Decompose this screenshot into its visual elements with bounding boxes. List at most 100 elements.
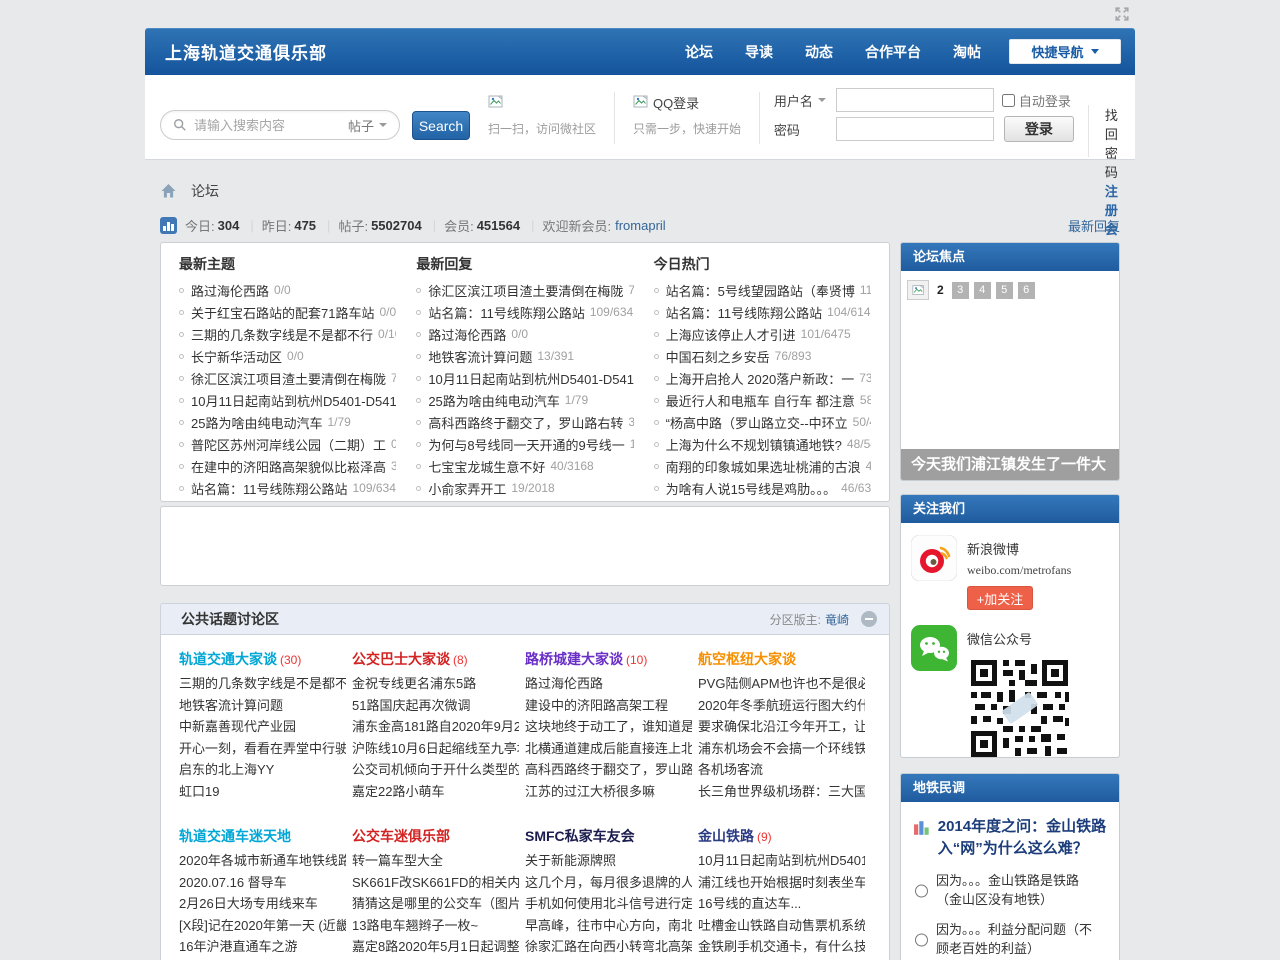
nav-activity[interactable]: 动态 xyxy=(805,42,833,62)
list-item[interactable]: 高科西路终于翻交了，罗山路右转31/2123 xyxy=(416,411,633,433)
forum-thread[interactable]: 沪陈线10月6日起缩线至九亭地 xyxy=(352,738,519,760)
nav-taotie[interactable]: 淘帖 xyxy=(953,42,981,62)
poll-radio[interactable] xyxy=(915,873,928,909)
forum-thread[interactable]: SK661F改SK661FD的相关内容 xyxy=(352,872,519,894)
list-item[interactable]: 站名篇：11号线陈翔公路站109/634 xyxy=(416,301,633,323)
forum-title[interactable]: 金山铁路(9) xyxy=(698,826,865,850)
nav-guide[interactable]: 导读 xyxy=(745,42,773,62)
forum-thread[interactable]: 金铁刷手机交通卡，有什么技 xyxy=(698,936,865,958)
list-item[interactable]: 长宁新华活动区0/0 xyxy=(179,345,396,367)
forum-thread[interactable]: 转一篇车型大全 xyxy=(352,850,519,872)
site-title[interactable]: 上海轨道交通俱乐部 xyxy=(165,39,327,64)
forum-thread[interactable]: 江苏的过江大桥很多嘛 xyxy=(525,781,692,803)
collapse-button[interactable] xyxy=(861,611,877,627)
list-item[interactable]: 站名篇：11号线陈翔公路站104/614 xyxy=(654,301,871,323)
search-type-dropdown[interactable]: 帖子 xyxy=(348,116,387,135)
forum-thread[interactable]: [X段]记在2020年第一天 (近畿 xyxy=(179,915,346,937)
qq-login-link[interactable]: QQ登录 xyxy=(653,93,699,112)
fullscreen-icon[interactable] xyxy=(1113,5,1131,23)
forum-thread[interactable]: 各机场客流 xyxy=(698,759,865,781)
list-item[interactable]: 路过海伦西路0/0 xyxy=(179,279,396,301)
latest-reply-link[interactable]: 最新回复 xyxy=(1068,216,1120,235)
forum-thread[interactable]: 嘉定22路小萌车 xyxy=(352,781,519,803)
slide-caption[interactable]: 今天我们浦江镇发生了一件大 xyxy=(901,449,1119,480)
forum-thread[interactable]: 这块地终于动工了，谁知道是 xyxy=(525,716,692,738)
list-item[interactable]: 最近行人和电瓶车 自行车 都注意58/4369 xyxy=(654,389,871,411)
forum-thread[interactable]: 这几个月，每月很多退牌的人 xyxy=(525,872,692,894)
list-item[interactable]: 三期的几条数字线是不是都不行0/101 xyxy=(179,323,396,345)
list-item[interactable]: 在建中的济阳路高架貌似比崧泽高3/230 xyxy=(179,455,396,477)
poll-question[interactable]: 2014年度之问：金山铁路入“网”为什么这么难？ xyxy=(938,816,1107,860)
moderator-link[interactable]: 竜崎 xyxy=(825,611,849,628)
list-item[interactable]: 南翔的印象城如果选址桃浦的古浪47/2088 xyxy=(654,455,871,477)
list-item[interactable]: 七宝宝龙城生意不好40/3168 xyxy=(416,455,633,477)
forum-thread[interactable]: 徐家汇路在向西小转弯北高架 xyxy=(525,936,692,958)
weibo-url[interactable]: weibo.com/metrofans xyxy=(967,563,1071,578)
forum-title[interactable]: 公交巴士大家谈(8) xyxy=(352,649,519,673)
list-item[interactable]: 25路为啥由纯电动汽车1/79 xyxy=(416,389,633,411)
forum-thread[interactable]: 2020.07.16 督导车 xyxy=(179,872,346,894)
forum-thread[interactable]: 关于新能源牌照 xyxy=(525,850,692,872)
weibo-follow-button[interactable]: +加关注 xyxy=(967,586,1033,610)
list-item[interactable]: 上海应该停止人才引进101/6475 xyxy=(654,323,871,345)
home-icon[interactable] xyxy=(160,183,177,199)
forum-thread[interactable]: 2020年冬季航班运行图大约什 xyxy=(698,695,865,717)
list-item[interactable]: 10月11日起南站到杭州D5401-D5414/155 xyxy=(416,367,633,389)
nav-platform[interactable]: 合作平台 xyxy=(865,42,921,62)
forum-thread[interactable]: 手机如何使用北斗信号进行定 xyxy=(525,893,692,915)
list-item[interactable]: 10月11日起南站到杭州D5401-D5414/155 xyxy=(179,389,396,411)
forum-thread[interactable]: 10月11日起南站到杭州D5401- xyxy=(698,850,865,872)
poll-radio[interactable] xyxy=(915,922,928,958)
username-field[interactable] xyxy=(836,88,994,112)
forum-thread[interactable]: 虹口19 xyxy=(179,781,346,803)
forum-thread[interactable]: 开心一刻，看看在弄堂中行驶 xyxy=(179,738,346,760)
quick-nav-button[interactable]: 快捷导航 xyxy=(1009,39,1121,64)
list-item[interactable]: 站名篇：11号线陈翔公路站109/634 xyxy=(179,477,396,499)
forum-title[interactable]: 轨道交通车迷天地 xyxy=(179,826,346,850)
slide-thumb-1[interactable] xyxy=(907,280,929,300)
login-button[interactable]: 登录 xyxy=(1004,116,1074,142)
slide-page[interactable]: 4 xyxy=(974,282,991,299)
breadcrumb-forum[interactable]: 论坛 xyxy=(191,181,219,201)
list-item[interactable]: 上海开启抢人 2020落户新政：一73/10520 xyxy=(654,367,871,389)
list-item[interactable]: 小俞家弄开工19/2018 xyxy=(416,477,633,499)
forum-title[interactable]: 路桥城建大家谈(10) xyxy=(525,649,692,673)
forum-thread[interactable]: 16年沪港直通车之游 xyxy=(179,936,346,958)
search-button[interactable]: Search xyxy=(412,111,470,140)
wechat-scan-text[interactable]: 扫一扫，访问微社区 xyxy=(488,120,596,137)
forum-thread[interactable]: 吐槽金山铁路自动售票机系统 xyxy=(698,915,865,937)
password-field[interactable] xyxy=(836,117,994,141)
chevron-down-icon[interactable] xyxy=(818,98,826,106)
list-item[interactable]: 地铁客流计算问题13/391 xyxy=(416,345,633,367)
forum-thread[interactable]: 建设中的济阳路高架工程 xyxy=(525,695,692,717)
poll-option-label[interactable]: 因为。。。利益分配问题（不顾老百姓的利益） xyxy=(936,920,1104,958)
slide-page[interactable]: 3 xyxy=(952,282,969,299)
forum-title[interactable]: 航空枢纽大家谈 xyxy=(698,649,865,673)
forum-thread[interactable]: 2月26日大场专用线来车 xyxy=(179,893,346,915)
forum-thread[interactable]: 嘉定8路2020年5月1日起调整延 xyxy=(352,936,519,958)
forum-thread[interactable]: 中新嘉善现代产业园 xyxy=(179,716,346,738)
forum-thread[interactable]: 公交司机倾向于开什么类型的 xyxy=(352,759,519,781)
list-item[interactable]: 为啥有人说15号线是鸡肋。。。46/6325 xyxy=(654,477,871,499)
forum-thread[interactable]: 浦东金高181路自2020年9月26 xyxy=(352,716,519,738)
forum-thread[interactable]: PVG陆侧APM也许也不是很必 xyxy=(698,673,865,695)
forum-thread[interactable]: 三期的几条数字线是不是都不 xyxy=(179,673,346,695)
slide-page[interactable]: 5 xyxy=(996,282,1013,299)
nav-forum[interactable]: 论坛 xyxy=(685,42,713,62)
forum-thread[interactable]: 启东的北上海YY xyxy=(179,759,346,781)
forum-thread[interactable]: 地铁客流计算问题 xyxy=(179,695,346,717)
forum-thread[interactable]: 猜猜这是哪里的公交车（图片 xyxy=(352,893,519,915)
forum-title[interactable]: SMFC私家车友会 xyxy=(525,826,692,850)
list-item[interactable]: 徐汇区滨江项目渣土要清倒在梅陇7/190 xyxy=(179,367,396,389)
slide-page[interactable]: 6 xyxy=(1018,282,1035,299)
list-item[interactable]: 上海为什么不规划镇镇通地铁?48/5455 xyxy=(654,433,871,455)
list-item[interactable]: 25路为啥由纯电动汽车1/79 xyxy=(179,411,396,433)
forum-thread[interactable]: 51路国庆起再次微调 xyxy=(352,695,519,717)
list-item[interactable]: 站名篇：5号线望园路站（奉贤博119/2051 xyxy=(654,279,871,301)
auto-login-checkbox[interactable] xyxy=(1002,94,1015,107)
forgot-password-link[interactable]: 找回密码 xyxy=(1105,105,1120,181)
new-member-link[interactable]: fromapril xyxy=(615,218,666,233)
list-item[interactable]: 徐汇区滨江项目渣土要清倒在梅陇7/190 xyxy=(416,279,633,301)
section-title[interactable]: 公共话题讨论区 xyxy=(181,609,279,629)
list-item[interactable]: “杨高中路（罗山路立交--中环立50/4131 xyxy=(654,411,871,433)
